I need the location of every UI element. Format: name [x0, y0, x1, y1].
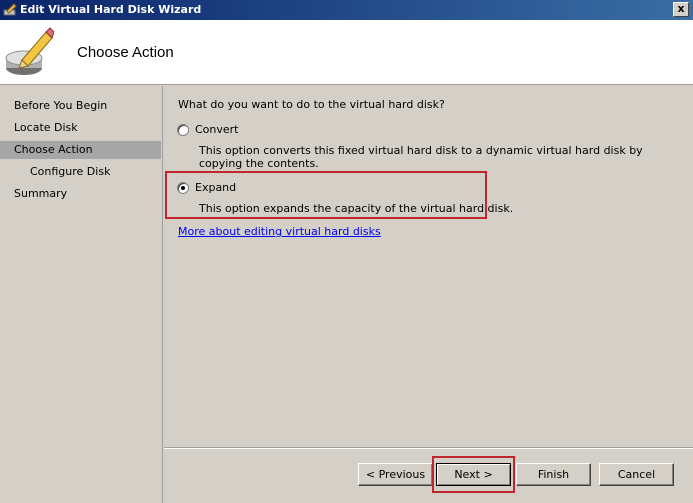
window-title: Edit Virtual Hard Disk Wizard — [20, 3, 202, 16]
wizard-steps-sidebar: Before You Begin Locate Disk Choose Acti… — [0, 86, 163, 503]
page-title: Choose Action — [77, 44, 174, 61]
convert-label[interactable]: Convert — [195, 123, 239, 136]
expand-description: This option expands the capacity of the … — [199, 202, 514, 215]
help-link[interactable]: More about editing virtual hard disks — [178, 225, 381, 238]
footer-divider — [164, 447, 693, 449]
finish-button[interactable]: Finish — [516, 463, 591, 486]
sidebar-item-configure-disk[interactable]: Configure Disk — [0, 163, 161, 181]
next-button[interactable]: Next > — [436, 463, 511, 486]
wizard-content: What do you want to do to the virtual ha… — [164, 86, 693, 503]
disk-pencil-icon — [5, 27, 54, 75]
sidebar-item-locate-disk[interactable]: Locate Disk — [0, 119, 161, 137]
expand-radio[interactable] — [177, 182, 189, 194]
sidebar-item-choose-action[interactable]: Choose Action — [0, 141, 161, 159]
question-text: What do you want to do to the virtual ha… — [178, 98, 445, 111]
convert-description: This option converts this fixed virtual … — [199, 144, 643, 170]
convert-radio[interactable] — [177, 124, 189, 136]
title-bar: Edit Virtual Hard Disk Wizard x — [0, 0, 693, 20]
sidebar-item-summary[interactable]: Summary — [0, 185, 161, 203]
close-button[interactable]: x — [673, 2, 689, 17]
sidebar-item-before-you-begin[interactable]: Before You Begin — [0, 97, 161, 115]
expand-label[interactable]: Expand — [195, 181, 236, 194]
wizard-header: Choose Action — [0, 20, 693, 85]
disk-pencil-icon — [3, 3, 17, 16]
previous-button[interactable]: < Previous — [358, 463, 433, 486]
cancel-button[interactable]: Cancel — [599, 463, 674, 486]
